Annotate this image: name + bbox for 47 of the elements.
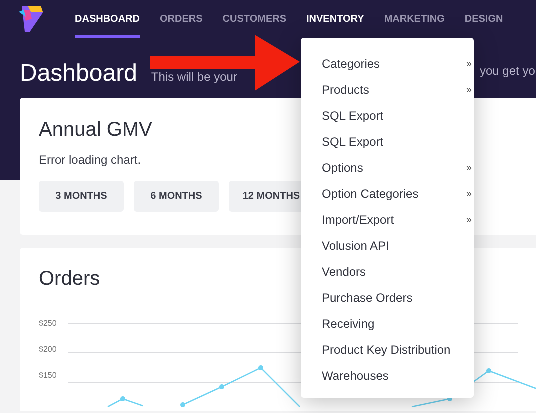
menu-item-label: SQL Export: [322, 108, 384, 125]
menu-item-label: Vendors: [322, 264, 366, 281]
menu-item-label: Volusion API: [322, 238, 390, 255]
page-subtitle: This will be your: [151, 69, 238, 86]
page-title: Dashboard: [20, 59, 138, 89]
menu-item[interactable]: Receiving: [301, 311, 474, 337]
nav-tab[interactable]: INVENTORY: [306, 0, 364, 38]
menu-item[interactable]: Product Key Distribution: [301, 337, 474, 363]
menu-item-label: Option Categories: [322, 186, 419, 203]
error-message: Error loading chart.: [39, 152, 142, 169]
nav-tab[interactable]: DASHBOARD: [75, 0, 140, 38]
axis-label: $150: [39, 371, 57, 381]
menu-item-label: Receiving: [322, 316, 375, 333]
menu-item[interactable]: SQL Export: [301, 103, 474, 129]
menu-item[interactable]: Volusion API: [301, 233, 474, 259]
card-title: Orders: [39, 267, 100, 292]
menu-item[interactable]: Warehouses: [301, 363, 474, 389]
menu-item-label: Product Key Distribution: [322, 342, 451, 359]
page-subtitle: you get yo: [480, 63, 536, 80]
submenu-mark: »: [466, 214, 472, 228]
card-title: Annual GMV: [39, 118, 152, 143]
menu-item[interactable]: Options »: [301, 155, 474, 181]
submenu-mark: »: [466, 162, 472, 176]
menu-item-label: SQL Export: [322, 134, 384, 151]
nav-tab[interactable]: MARKETING: [384, 0, 445, 38]
menu-item[interactable]: Categories »: [301, 51, 474, 77]
axis-label: $250: [39, 319, 57, 329]
menu-item-label: Purchase Orders: [322, 290, 413, 307]
submenu-mark: »: [466, 84, 472, 98]
menu-item-label: Products: [322, 82, 370, 99]
submenu-mark: »: [466, 188, 472, 202]
range-button[interactable]: 6 MONTHS: [134, 181, 219, 212]
nav-tab[interactable]: CUSTOMERS: [222, 0, 287, 38]
submenu-mark: »: [466, 58, 472, 72]
axis-label: $200: [39, 345, 57, 355]
menu-item-label: Options: [322, 160, 364, 177]
menu-item-label: Warehouses: [322, 368, 389, 385]
logo-icon[interactable]: [18, 5, 45, 33]
range-button[interactable]: 3 MONTHS: [39, 181, 124, 212]
nav-tab[interactable]: DESIGN: [464, 0, 504, 38]
menu-item-label: Import/Export: [322, 212, 394, 229]
menu-item[interactable]: SQL Export: [301, 129, 474, 155]
nav-tab[interactable]: ORDERS: [160, 0, 203, 38]
menu-item[interactable]: Vendors: [301, 259, 474, 285]
menu-item-label: Categories: [322, 56, 380, 73]
menu-item[interactable]: Products »: [301, 77, 474, 103]
menu-item[interactable]: Purchase Orders: [301, 285, 474, 311]
